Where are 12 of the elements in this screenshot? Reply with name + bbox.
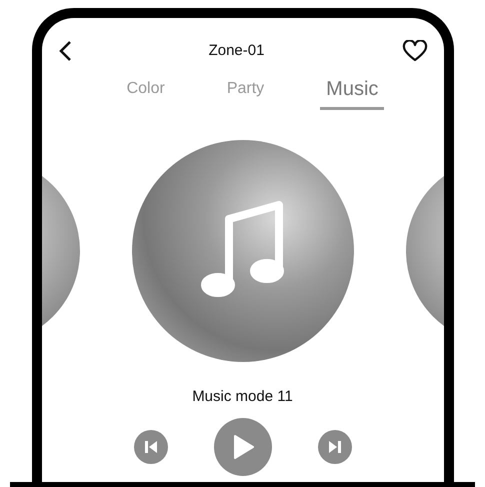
previous-button[interactable] bbox=[134, 430, 168, 464]
next-button[interactable] bbox=[318, 430, 352, 464]
play-icon bbox=[232, 435, 254, 459]
heart-icon[interactable] bbox=[402, 40, 428, 62]
screen-title: Zone-01 bbox=[208, 41, 264, 61]
mode-tab[interactable]: Music bbox=[320, 76, 384, 110]
mode-tab[interactable]: Color bbox=[120, 76, 171, 110]
back-icon[interactable] bbox=[58, 40, 72, 62]
skip-next-icon bbox=[328, 440, 342, 454]
mode-label: Music mode 11 bbox=[192, 386, 293, 406]
mode-tab[interactable]: Party bbox=[220, 76, 270, 110]
skip-previous-icon bbox=[144, 440, 158, 454]
